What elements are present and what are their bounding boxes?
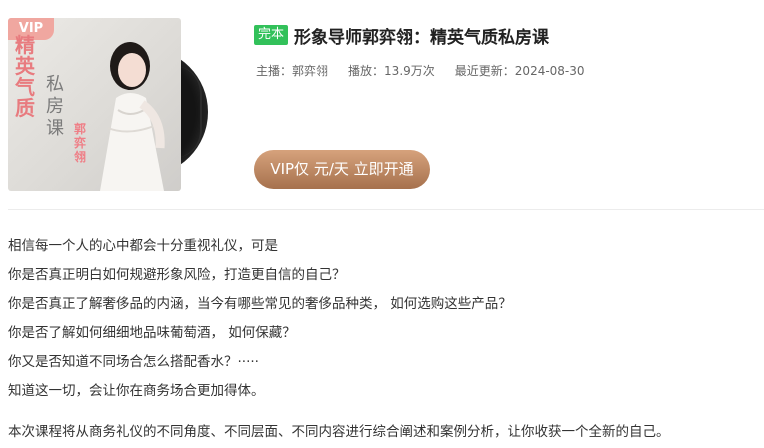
description-line: 你是否了解如何细细地品味葡萄酒， 如何保藏？ — [8, 325, 296, 341]
updated-date: 2024-08-30 — [514, 64, 585, 78]
updated-label: 最近更新： — [454, 64, 515, 78]
album-cover-area[interactable]: VIP 精英气质 私房课 郭弈翎 — [8, 18, 208, 194]
album-cover[interactable]: VIP 精英气质 私房课 郭弈翎 — [8, 18, 181, 191]
description-summary: 本次课程将从商务礼仪的不同角度、不同层面、不同内容进行综合阐述和案例分析，让你收… — [8, 424, 670, 440]
meta-row: 主播：郭弈翎 播放：13.9万次 最近更新：2024-08-30 — [256, 62, 585, 79]
plays-label: 播放： — [348, 64, 385, 78]
finished-tag: 完本 — [254, 25, 289, 45]
cover-title-text: 精英气质 — [15, 33, 36, 120]
host-label: 主播： — [256, 64, 293, 78]
host-name[interactable]: 郭弈翎 — [292, 64, 328, 78]
course-description: 相信每一个人的心中都会十分重视礼仪，可是 你是否真正明白如何规避形象风险，打造更… — [8, 232, 764, 447]
plays-count: 13.9万次 — [384, 64, 435, 78]
description-line: 知道这一切，会让你在商务场合更加得体。 — [8, 383, 265, 399]
section-divider — [8, 209, 764, 210]
cover-subtitle-text: 私房课 — [46, 74, 64, 139]
description-line: 相信每一个人的心中都会十分重视礼仪，可是 — [8, 238, 278, 254]
course-title: 形象导师郭弈翎：精英气质私房课 — [294, 27, 550, 48]
description-line: 你又是否知道不同场合怎么搭配香水？····· — [8, 354, 259, 370]
description-line: 你是否真正明白如何规避形象风险，打造更自信的自己？ — [8, 267, 346, 283]
title-row: 完本 形象导师郭弈翎：精英气质私房课 — [254, 22, 549, 48]
description-line: 你是否真正了解奢侈品的内涵，当今有哪些常见的奢侈品种类， 如何选购这些产品？ — [8, 296, 512, 312]
portrait-illustration — [100, 42, 165, 191]
cover-name-text: 郭弈翎 — [74, 122, 87, 164]
vip-subscribe-button[interactable]: VIP仅 元/天 立即开通 — [254, 150, 430, 189]
